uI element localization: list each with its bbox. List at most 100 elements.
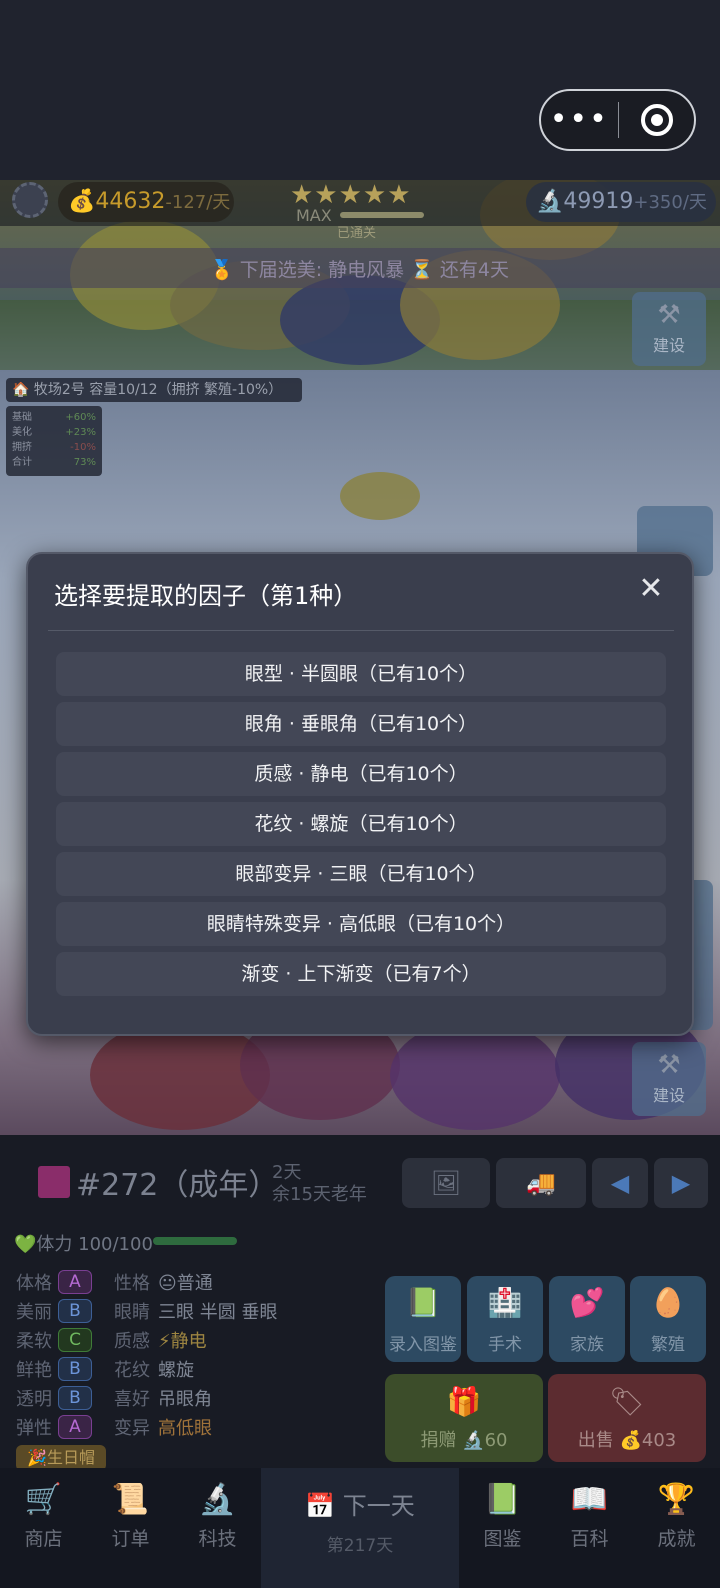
calendar-icon: 📅 — [305, 1492, 336, 1520]
modal-divider — [48, 630, 674, 631]
nav-achievements[interactable]: 🏆 成就 — [633, 1468, 720, 1588]
donate-button[interactable]: 🎁 捐赠 🔬60 — [385, 1374, 543, 1462]
sell-button[interactable]: 🏷 出售 💰403 — [548, 1374, 706, 1462]
family-button[interactable]: 💕 家族 — [549, 1276, 625, 1362]
next-day-label: 下一天 — [342, 1492, 415, 1520]
settings-gear-icon[interactable] — [12, 182, 48, 218]
max-progress-bar — [340, 212, 424, 218]
modal-title: 选择要提取的因子（第1种） — [54, 582, 358, 610]
hammer-icon: ⚒ — [657, 300, 681, 330]
attribute-list: 性格 😐普通 眼睛 三眼 半圆 垂眼 质感 ⚡静电 花纹 螺旋 喜好 吊眼角 变异 高低眼 — [114, 1267, 374, 1441]
trophy-icon: 🏆 — [657, 1482, 696, 1517]
nav-atlas-label: 图鉴 — [483, 1528, 522, 1550]
close-icon[interactable]: ✕ — [634, 572, 668, 606]
pet-title: #272（成年） — [76, 1168, 279, 1203]
trait-row: 透明 B — [16, 1383, 112, 1412]
factor-option[interactable]: 眼睛特殊变异 · 高低眼（已有10个） — [56, 902, 666, 946]
open-book-icon: 📖 — [570, 1482, 609, 1517]
factor-option[interactable]: 渐变 · 上下渐变（已有7个） — [56, 952, 666, 996]
more-dots-icon[interactable]: ••• — [541, 92, 618, 148]
breed-button[interactable]: 🥚 繁殖 — [630, 1276, 706, 1362]
nav-wiki-label: 百科 — [570, 1528, 609, 1550]
book-icon: 📗 — [405, 1286, 441, 1319]
attribute-row: 质感 ⚡静电 — [114, 1330, 207, 1352]
price-tag-icon: 🏷 — [609, 1385, 645, 1418]
nav-tech[interactable]: 🔬 科技 — [174, 1468, 261, 1588]
stat-row: 合计 73% — [12, 457, 96, 468]
nav-shop[interactable]: 🛒 商店 — [0, 1468, 87, 1588]
stat-row: 拥挤 -10% — [12, 442, 96, 453]
factor-option[interactable]: 眼角 · 垂眼角（已有10个） — [56, 702, 666, 746]
cart-icon: 🛒 — [24, 1482, 63, 1517]
record-atlas-button[interactable]: 📗 录入图鉴 — [385, 1276, 461, 1362]
max-label: MAX — [296, 206, 332, 225]
book-icon: 📗 — [483, 1482, 522, 1517]
scroll-icon: 📜 — [111, 1482, 150, 1517]
attribute-row: 变异 高低眼 — [114, 1417, 212, 1439]
attribute-row: 眼睛 三眼 半圆 垂眼 — [114, 1301, 278, 1323]
egg-icon: 🥚 — [650, 1286, 686, 1319]
grade-badge: B — [58, 1385, 92, 1410]
pasture-info: 🏠 牧场2号 容量10/12（拥挤 繁殖-10%） — [6, 378, 302, 402]
build-button[interactable]: ⚒ 建设 — [632, 292, 706, 366]
coin-counter: 💰44632-127/天 — [58, 182, 234, 222]
gift-icon: 🎁 — [446, 1385, 482, 1418]
nav-achievements-label: 成就 — [657, 1528, 696, 1550]
passed-label: 已通关 — [337, 226, 377, 241]
factor-option[interactable]: 质感 · 静电（已有10个） — [56, 752, 666, 796]
family-label: 家族 — [570, 1335, 604, 1355]
build-button[interactable]: ⚒ 建设 — [632, 1042, 706, 1116]
bottom-nav: 🛒 商店 📜 订单 🔬 科技 📅 下一天 第217天 📗 图鉴 📖 百科 🏆 成就 — [0, 1468, 720, 1588]
attribute-row: 性格 😐普通 — [114, 1272, 213, 1294]
next-pet-button[interactable]: ▶ — [654, 1158, 708, 1208]
target-icon — [640, 104, 673, 136]
pet-color-swatch — [38, 1166, 70, 1198]
trait-row: 弹性 A — [16, 1412, 112, 1441]
factor-option[interactable]: 眼部变异 · 三眼（已有10个） — [56, 852, 666, 896]
grade-badge: C — [58, 1327, 92, 1352]
record-atlas-label: 录入图鉴 — [389, 1335, 457, 1355]
mini-program-capsule: ••• — [539, 89, 696, 151]
trait-row: 柔软 C — [16, 1325, 112, 1354]
factor-option[interactable]: 花纹 · 螺旋（已有10个） — [56, 802, 666, 846]
trait-row: 美丽 B — [16, 1296, 112, 1325]
attribute-row: 花纹 螺旋 — [114, 1359, 194, 1381]
close-program-button[interactable] — [619, 104, 694, 136]
nav-wiki[interactable]: 📖 百科 — [546, 1468, 633, 1588]
surgery-button[interactable]: 🏥 手术 — [467, 1276, 543, 1362]
research-counter: 🔬49919+350/天 — [526, 182, 716, 222]
hospital-icon: 🏥 — [487, 1286, 523, 1319]
factor-select-modal: 选择要提取的因子（第1种） ✕ 眼型 · 半圆眼（已有10个） 眼角 · 垂眼角… — [26, 552, 694, 1036]
slime-blob — [390, 1020, 560, 1130]
nav-orders[interactable]: 📜 订单 — [87, 1468, 174, 1588]
trait-row: 体格 A — [16, 1267, 112, 1296]
build-label: 建设 — [652, 1086, 685, 1105]
notice-text: 🏅 下届选美: 静电风暴 ⏳ 还有4天 — [210, 259, 509, 281]
breed-label: 繁殖 — [651, 1335, 685, 1355]
pet-age-remaining: 余15天老年 — [272, 1184, 367, 1205]
transport-button[interactable]: 🚚 — [496, 1158, 586, 1208]
stamina-label: 💚体力 100/100 — [14, 1234, 153, 1255]
surgery-label: 手术 — [488, 1335, 522, 1355]
grade-badge: A — [58, 1414, 92, 1439]
stamina-bar — [153, 1237, 237, 1245]
photo-button[interactable]: 🖼 — [402, 1158, 490, 1208]
pet-age: 2天 余15天老年 — [272, 1162, 367, 1206]
prev-pet-button[interactable]: ◀ — [592, 1158, 648, 1208]
hammer-icon: ⚒ — [657, 1050, 681, 1080]
research-rate: +350/天 — [633, 192, 707, 213]
trait-row: 鲜艳 B — [16, 1354, 112, 1383]
factor-option[interactable]: 眼型 · 半圆眼（已有10个） — [56, 652, 666, 696]
nav-atlas[interactable]: 📗 图鉴 — [459, 1468, 546, 1588]
sell-label: 出售 💰403 — [577, 1430, 677, 1451]
stat-row: 基础 +60% — [12, 412, 96, 423]
grade-badge: B — [58, 1298, 92, 1323]
stat-row: 美化 +23% — [12, 427, 96, 438]
nav-shop-label: 商店 — [24, 1528, 63, 1550]
microscope-icon: 🔬 — [198, 1482, 237, 1517]
next-day-row: 📅 下一天 — [261, 1486, 459, 1521]
build-label: 建设 — [652, 336, 685, 355]
next-day-button[interactable]: 📅 下一天 第217天 — [261, 1468, 459, 1588]
trait-list: 体格 A 美丽 B 柔软 C 鲜艳 B 透明 B 弹性 A — [16, 1267, 112, 1441]
grade-badge: B — [58, 1356, 92, 1381]
